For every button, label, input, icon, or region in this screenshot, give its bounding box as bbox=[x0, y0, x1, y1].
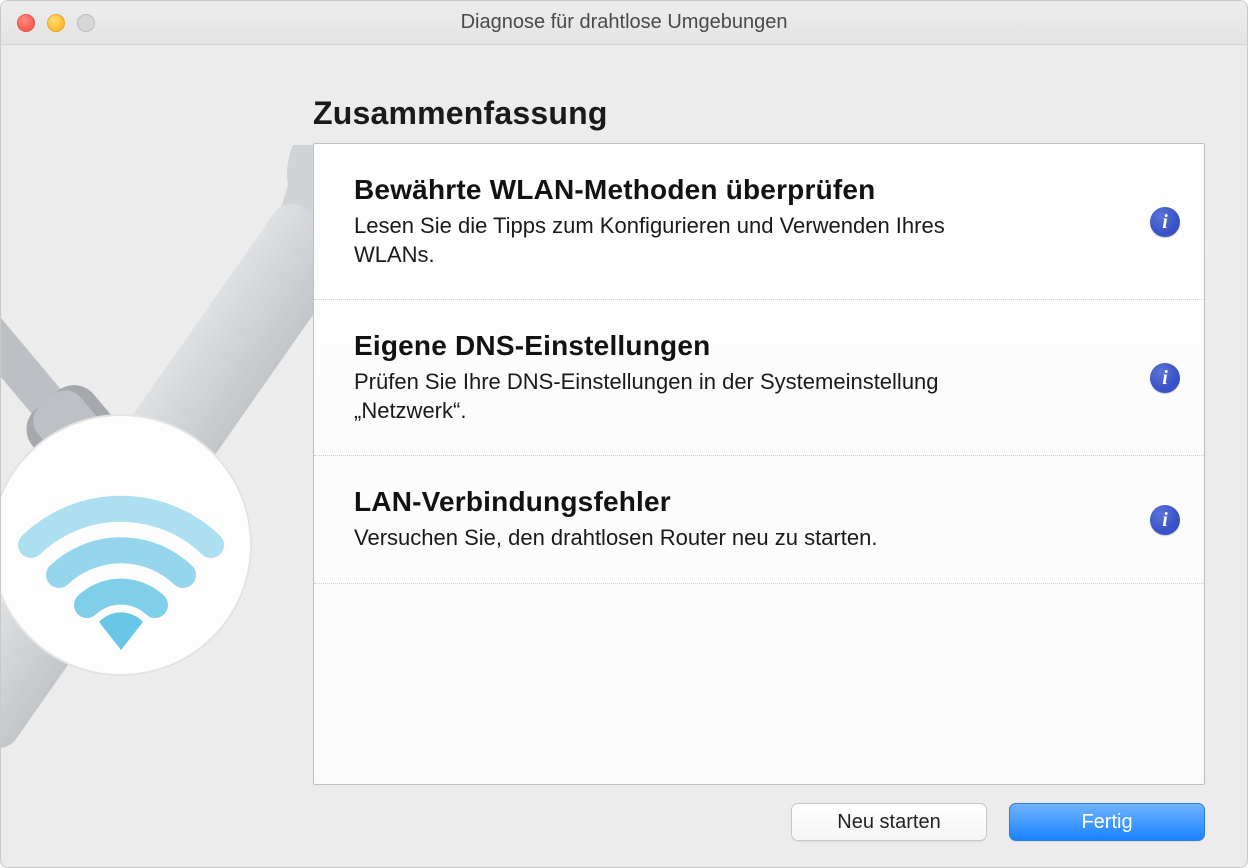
summary-item-title: LAN-Verbindungsfehler bbox=[354, 486, 1104, 518]
zoom-window-button bbox=[77, 14, 95, 32]
page-title: Zusammenfassung bbox=[313, 95, 608, 132]
minimize-window-button[interactable] bbox=[47, 14, 65, 32]
info-icon[interactable]: i bbox=[1150, 207, 1180, 237]
summary-item-subtitle: Versuchen Sie, den drahtlosen Router neu… bbox=[354, 524, 1014, 553]
summary-item-title: Bewährte WLAN-Methoden überprüfen bbox=[354, 174, 1104, 206]
summary-item-subtitle: Lesen Sie die Tipps zum Konfigurieren un… bbox=[354, 212, 1014, 269]
dialog-buttons: Neu starten Fertig bbox=[791, 803, 1205, 841]
titlebar: Diagnose für drahtlose Umgebungen bbox=[1, 1, 1247, 45]
window-controls bbox=[17, 14, 95, 32]
restart-button[interactable]: Neu starten bbox=[791, 803, 987, 841]
window-title: Diagnose für drahtlose Umgebungen bbox=[461, 11, 788, 34]
window-body: Zusammenfassung Bewährte WLAN-Methoden ü… bbox=[1, 45, 1247, 867]
summary-item-dns-settings: Eigene DNS-Einstellungen Prüfen Sie Ihre… bbox=[314, 300, 1204, 456]
summary-item-subtitle: Prüfen Sie Ihre DNS-Einstellungen in der… bbox=[354, 368, 1014, 425]
summary-item-lan-error: LAN-Verbindungsfehler Versuchen Sie, den… bbox=[314, 456, 1204, 584]
info-icon[interactable]: i bbox=[1150, 363, 1180, 393]
info-icon[interactable]: i bbox=[1150, 505, 1180, 535]
close-window-button[interactable] bbox=[17, 14, 35, 32]
app-window: Diagnose für drahtlose Umgebungen bbox=[0, 0, 1248, 868]
summary-item-wlan-methods: Bewährte WLAN-Methoden überprüfen Lesen … bbox=[314, 144, 1204, 300]
done-button[interactable]: Fertig bbox=[1009, 803, 1205, 841]
summary-panel: Bewährte WLAN-Methoden überprüfen Lesen … bbox=[313, 143, 1205, 785]
summary-item-title: Eigene DNS-Einstellungen bbox=[354, 330, 1104, 362]
